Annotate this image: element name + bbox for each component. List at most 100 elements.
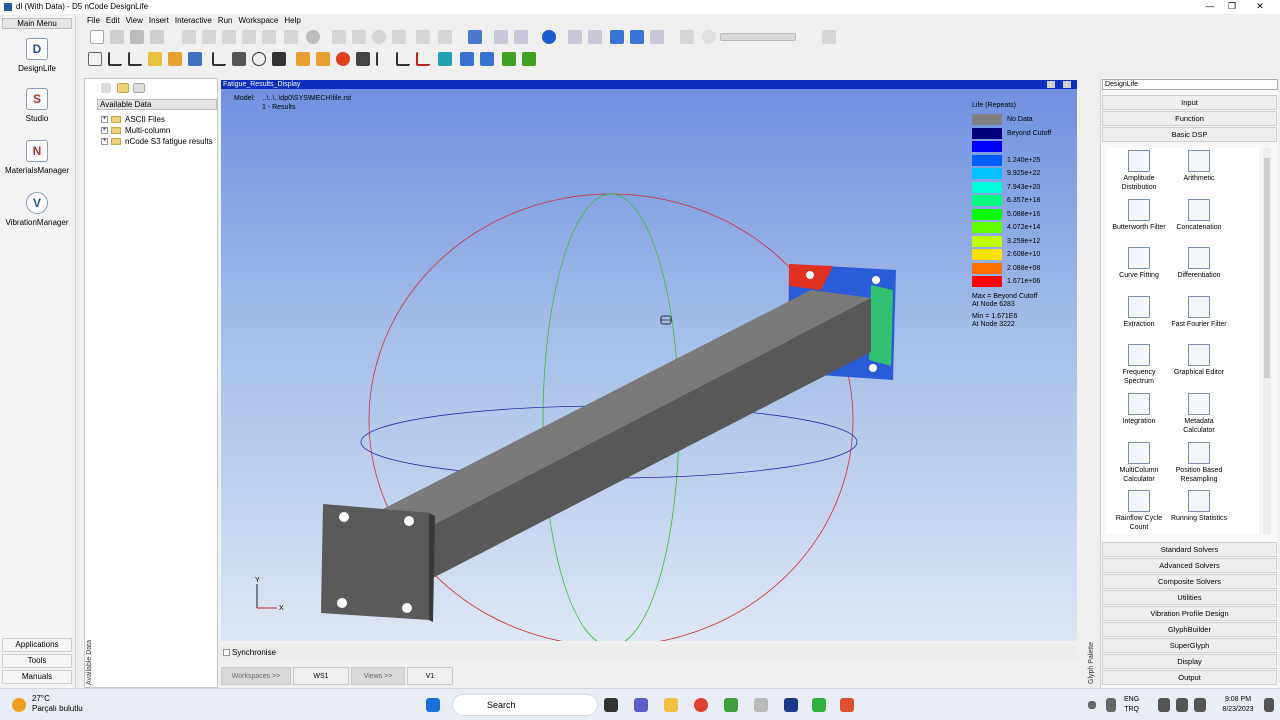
forward-icon[interactable] <box>480 52 494 66</box>
view-side-icon[interactable] <box>168 52 182 66</box>
language-indicator[interactable]: ENG TRQ <box>1124 695 1139 715</box>
run-icon[interactable] <box>542 30 556 44</box>
zoom-icon[interactable] <box>680 30 694 44</box>
glyph-integration[interactable]: Integration <box>1108 393 1170 426</box>
task-view-icon[interactable] <box>604 698 618 712</box>
cut-icon[interactable] <box>222 30 236 44</box>
red-axis-icon[interactable] <box>416 52 430 66</box>
glyph-butterworth-filter[interactable]: Butterworth Filter <box>1108 198 1170 232</box>
glyph-rainflow-cycle-count[interactable]: Rainflow Cycle Count <box>1108 490 1170 532</box>
view-front-icon[interactable] <box>148 52 162 66</box>
glyph-position-based-resampling[interactable]: Position Based Resampling <box>1168 441 1230 484</box>
glyph-frequency-spectrum[interactable]: Frequency Spectrum <box>1108 344 1170 386</box>
main-menu-tab[interactable]: Main Menu <box>2 18 72 29</box>
menu-edit[interactable]: Edit <box>103 15 123 27</box>
model-view-svg[interactable]: Y X <box>221 80 1077 641</box>
step-forward-icon[interactable] <box>494 30 508 44</box>
window-icon[interactable] <box>133 83 145 93</box>
cursor-icon[interactable] <box>376 52 390 66</box>
glyph-amplitude-distribution[interactable]: Amplitude Distribution <box>1108 150 1170 192</box>
layout-icon[interactable] <box>416 30 430 44</box>
scrollbar-thumb[interactable] <box>1264 158 1270 378</box>
back-icon[interactable] <box>460 52 474 66</box>
battery-icon[interactable] <box>1194 698 1206 712</box>
glyph-curve-fitting[interactable]: Curve Fitting <box>1108 247 1170 280</box>
materials-manager-launcher[interactable]: N MaterialsManager <box>0 140 74 175</box>
menu-interactive[interactable]: Interactive <box>172 15 215 27</box>
redo-icon[interactable] <box>202 30 216 44</box>
tree-item-ncode-s3[interactable]: + nCode S3 fatigue results <box>101 137 213 146</box>
palette-category-glyphbuilder[interactable]: GlyphBuilder <box>1102 622 1277 637</box>
start-icon[interactable] <box>426 698 440 712</box>
palette-category-vibration-profile-design[interactable]: Vibration Profile Design <box>1102 606 1277 621</box>
tools-button[interactable]: Tools <box>2 654 72 668</box>
fit-view-icon[interactable] <box>88 52 102 66</box>
tray-chevron-icon[interactable] <box>1088 701 1096 709</box>
undo-icon[interactable] <box>182 30 196 44</box>
glyph-differentiation[interactable]: Differentiation <box>1168 247 1230 280</box>
menu-view[interactable]: View <box>123 15 146 27</box>
glyph-palette-side-label[interactable]: Glyph Palette <box>1088 642 1095 684</box>
axes-xy-icon[interactable] <box>128 52 142 66</box>
wifi-icon[interactable] <box>1158 698 1170 712</box>
studio-launcher[interactable]: S Studio <box>0 88 74 123</box>
print-icon[interactable] <box>332 30 346 44</box>
weather-widget[interactable]: 27°C Parçalı bulutlu <box>32 694 83 714</box>
rotate-icon[interactable] <box>252 52 266 66</box>
chart-icon[interactable] <box>396 52 410 66</box>
taskbar-search[interactable]: Search <box>452 694 598 716</box>
menu-help[interactable]: Help <box>281 15 303 27</box>
fatigue-results-viewport[interactable]: Y X <box>221 80 1077 641</box>
microphone-icon[interactable] <box>1106 698 1116 712</box>
palette-category-function[interactable]: Function <box>1102 111 1277 126</box>
pin-icon[interactable] <box>284 30 298 44</box>
chrome-icon[interactable] <box>694 698 708 712</box>
synchronise-checkbox[interactable] <box>223 649 230 656</box>
palette-category-output[interactable]: Output <box>1102 670 1277 685</box>
minimize-button[interactable]: — <box>1198 1 1222 11</box>
tree-item-multicolumn[interactable]: + Multi-column <box>101 126 170 135</box>
clock[interactable]: 9:08 PM 8/23/2023 <box>1216 695 1260 715</box>
palette-category-standard-solvers[interactable]: Standard Solvers <box>1102 542 1277 557</box>
weather-icon[interactable] <box>12 698 26 712</box>
notification-icon[interactable] <box>1264 698 1274 712</box>
restore-viewport-button[interactable] <box>1047 81 1055 88</box>
arrow-left-icon[interactable] <box>296 52 310 66</box>
view-iso-icon[interactable] <box>188 52 202 66</box>
menu-workspace[interactable]: Workspace <box>236 15 282 27</box>
next-icon[interactable] <box>522 52 536 66</box>
menu-file[interactable]: File <box>84 15 103 27</box>
applications-button[interactable]: Applications <box>2 638 72 652</box>
glyph-graphical-editor[interactable]: Graphical Editor <box>1168 344 1230 377</box>
red-app-icon[interactable] <box>840 698 854 712</box>
glyph-running-statistics[interactable]: Running Statistics <box>1168 490 1230 523</box>
palette-category-basic-dsp[interactable]: Basic DSP <box>1102 127 1277 142</box>
green-app-icon[interactable] <box>812 698 826 712</box>
folder-icon[interactable] <box>117 83 129 93</box>
expand-icon[interactable]: + <box>101 138 108 145</box>
palette-category-superglyph[interactable]: SuperGlyph <box>1102 638 1277 653</box>
glyph-metadata-calculator[interactable]: Metadata Calculator <box>1168 393 1230 435</box>
triad-icon[interactable] <box>212 52 226 66</box>
teams-icon[interactable] <box>634 698 648 712</box>
wand-icon[interactable] <box>101 83 111 93</box>
glyph-fast-fourier-filter[interactable]: Fast Fourier Filter <box>1168 295 1230 329</box>
settings-icon[interactable] <box>372 30 386 44</box>
expand-icon[interactable]: + <box>101 116 108 123</box>
glyph-arithmetic[interactable]: Arithmetic <box>1168 150 1230 183</box>
expand-icon[interactable]: + <box>101 127 108 134</box>
designlife-launcher[interactable]: D DesignLife <box>0 38 74 73</box>
download-icon[interactable] <box>468 30 482 44</box>
close-viewport-button[interactable] <box>1063 81 1071 88</box>
move-icon[interactable] <box>822 30 836 44</box>
pause-icon[interactable] <box>650 30 664 44</box>
workbench-icon[interactable] <box>724 698 738 712</box>
new-file-icon[interactable] <box>90 30 104 44</box>
save-as-icon[interactable] <box>150 30 164 44</box>
axes-icon[interactable] <box>108 52 122 66</box>
probe-icon[interactable] <box>438 52 452 66</box>
print-preview-icon[interactable] <box>352 30 366 44</box>
glyph-scrollbar[interactable] <box>1263 148 1271 534</box>
wireframe-icon[interactable] <box>272 52 286 66</box>
play-pause-icon[interactable] <box>610 30 624 44</box>
